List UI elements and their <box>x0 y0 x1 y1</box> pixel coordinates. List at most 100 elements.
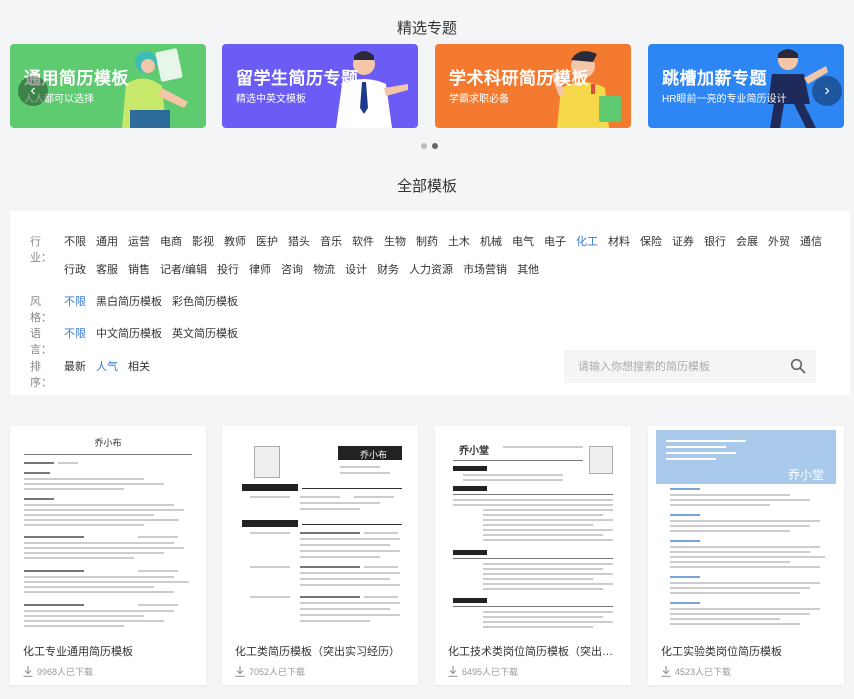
filter-industry-option[interactable]: 销售 <box>128 261 150 279</box>
filter-style-option[interactable]: 黑白简历模板 <box>96 293 162 311</box>
filter-industry-option[interactable]: 不限 <box>64 233 86 251</box>
template-preview[interactable]: 乔小堂 <box>443 426 623 636</box>
filter-industry-option[interactable]: 运营 <box>128 233 150 251</box>
filter-industry-option[interactable]: 人力资源 <box>409 261 453 279</box>
download-count-text: 4523人已下载 <box>675 667 732 677</box>
filter-style-options: 不限 黑白简历模板 彩色简历模板 <box>64 293 844 311</box>
search-icon[interactable] <box>790 358 806 374</box>
download-count: 7052人已下载 <box>235 665 305 678</box>
carousel-dot-active[interactable] <box>432 143 438 149</box>
download-icon <box>661 666 671 677</box>
template-preview[interactable]: 乔小堂 <box>656 426 836 636</box>
filter-industry-option[interactable]: 客服 <box>96 261 118 279</box>
download-icon <box>23 666 33 677</box>
filter-sort-option[interactable]: 相关 <box>128 358 150 376</box>
search-input[interactable] <box>564 350 774 383</box>
download-count: 4523人已下载 <box>661 665 731 678</box>
preview-photo-icon <box>254 446 280 478</box>
filter-industry-option[interactable]: 土木 <box>448 233 470 251</box>
filter-industry-option[interactable]: 其他 <box>517 261 539 279</box>
filter-industry-option[interactable]: 医护 <box>256 233 278 251</box>
filter-industry-option[interactable]: 教师 <box>224 233 246 251</box>
filter-style-option[interactable]: 彩色简历模板 <box>172 293 238 311</box>
filter-industry-option[interactable]: 通用 <box>96 233 118 251</box>
filter-sort-option[interactable]: 最新 <box>64 358 86 376</box>
filter-style-label: 风格： <box>30 296 52 324</box>
filter-language-option[interactable]: 中文简历模板 <box>96 325 162 343</box>
filter-industry-option[interactable]: 投行 <box>217 261 239 279</box>
banner-title: 留学生简历专题 <box>236 69 359 88</box>
filter-industry-option[interactable]: 物流 <box>313 261 335 279</box>
carousel-dot[interactable] <box>421 143 427 149</box>
filter-industry-option[interactable]: 电气 <box>512 233 534 251</box>
filter-language-option[interactable]: 不限 <box>64 325 86 343</box>
preview-name: 乔小布 <box>94 438 122 448</box>
banner-overseas-students[interactable]: 留学生简历专题 精选中英文模板 <box>222 44 418 128</box>
carousel-pagination <box>421 143 438 149</box>
filter-industry-option[interactable]: 证券 <box>672 233 694 251</box>
filter-sort-option[interactable]: 人气 <box>96 358 118 376</box>
banner-title: 学术科研简历模板 <box>449 69 589 88</box>
filter-industry-options: 不限 通用 运营 电商 影视 教师 医护 猎头 音乐 软件 生物 制药 土木 机械 电气 电子 化工 材料 保险 证券… <box>64 233 844 279</box>
filter-language-label: 语言： <box>30 328 52 356</box>
filter-industry-option[interactable]: 设计 <box>345 261 367 279</box>
download-icon <box>235 666 245 677</box>
template-card[interactable]: 乔小堂 化工技术类岗位简历模板（突出学术经历） 6495 <box>435 426 631 685</box>
filter-industry-option[interactable]: 保险 <box>640 233 662 251</box>
download-count-text: 6495人已下载 <box>462 667 519 677</box>
filter-style-option[interactable]: 不限 <box>64 293 86 311</box>
filter-industry-option[interactable]: 音乐 <box>320 233 342 251</box>
banner-title: 跳槽加薪专题 <box>662 69 767 88</box>
filter-panel: 行业： 不限 通用 运营 电商 影视 教师 医护 猎头 音乐 软件 生物 制药 土木 机械 电气 电子 化工 材料… <box>10 211 850 395</box>
filter-industry-option[interactable]: 咨询 <box>281 261 303 279</box>
carousel-prev-button[interactable]: ‹ <box>18 76 48 106</box>
filter-industry-option[interactable]: 软件 <box>352 233 374 251</box>
filter-industry-label: 行业： <box>30 236 52 264</box>
filter-industry-option[interactable]: 制药 <box>416 233 438 251</box>
filter-industry-option[interactable]: 财务 <box>377 261 399 279</box>
template-card[interactable]: 乔小布 化工类简历模板（突出实习经历） 7052人已下载 <box>222 426 418 685</box>
preview-name: 乔小堂 <box>788 468 825 482</box>
template-preview[interactable]: 乔小布 <box>230 426 410 636</box>
filter-industry-option[interactable]: 外贸 <box>768 233 790 251</box>
template-title[interactable]: 化工类简历模板（突出实习经历） <box>235 643 407 659</box>
filter-industry-option[interactable]: 行政 <box>64 261 86 279</box>
filter-industry-option[interactable]: 影视 <box>192 233 214 251</box>
template-title[interactable]: 化工技术类岗位简历模板（突出学术经历） <box>448 643 620 659</box>
download-icon <box>448 666 458 677</box>
filter-industry-option[interactable]: 化工 <box>576 233 598 251</box>
filter-industry-option[interactable]: 电商 <box>160 233 182 251</box>
filter-industry-option[interactable]: 记者/编辑 <box>160 261 207 279</box>
filter-industry-option[interactable]: 猎头 <box>288 233 310 251</box>
search-box <box>564 350 816 383</box>
banner-subtitle: 学霸求职必备 <box>449 94 509 105</box>
filter-industry-option[interactable]: 生物 <box>384 233 406 251</box>
preview-name: 乔小堂 <box>459 446 489 457</box>
filter-industry-option[interactable]: 材料 <box>608 233 630 251</box>
banner-subtitle: 精选中英文模板 <box>236 94 306 105</box>
carousel-next-button[interactable]: › <box>812 76 842 106</box>
filter-industry-option[interactable]: 银行 <box>704 233 726 251</box>
template-title[interactable]: 化工专业通用简历模板 <box>23 643 195 659</box>
filter-industry-option[interactable]: 电子 <box>544 233 566 251</box>
download-count-text: 9968人已下载 <box>37 667 94 677</box>
download-count: 9968人已下载 <box>23 665 93 678</box>
preview-photo-icon <box>589 446 613 474</box>
banner-academic-research[interactable]: 学术科研简历模板 学霸求职必备 <box>435 44 631 128</box>
template-title[interactable]: 化工实验类岗位简历模板 <box>661 643 833 659</box>
filter-industry-option[interactable]: 会展 <box>736 233 758 251</box>
all-templates-title: 全部模板 <box>396 178 457 195</box>
template-card[interactable]: 乔小堂 化工实验类岗位简历模板 4523人已下载 <box>648 426 844 685</box>
preview-name: 乔小布 <box>360 450 388 460</box>
download-count: 6495人已下载 <box>448 665 518 678</box>
filter-industry-option[interactable]: 机械 <box>480 233 502 251</box>
download-count-text: 7052人已下载 <box>249 667 306 677</box>
filter-language-option[interactable]: 英文简历模板 <box>172 325 238 343</box>
filter-sort-label: 排序： <box>30 361 52 389</box>
featured-section-title: 精选专题 <box>396 20 457 37</box>
template-card[interactable]: 乔小布 化工专业通用简历模板 9968人已下载 <box>10 426 206 685</box>
filter-industry-option[interactable]: 通信 <box>800 233 822 251</box>
template-preview[interactable]: 乔小布 <box>18 426 198 636</box>
filter-industry-option[interactable]: 市场营销 <box>463 261 507 279</box>
filter-industry-option[interactable]: 律师 <box>249 261 271 279</box>
